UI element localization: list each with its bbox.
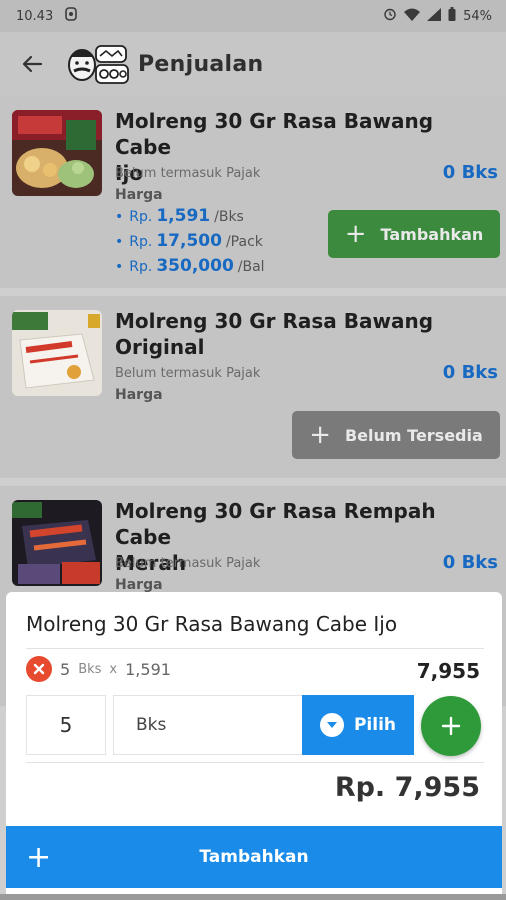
- price-label: Harga: [115, 387, 163, 403]
- calculation-row: 5 Bks x 1,591: [26, 656, 171, 682]
- back-button[interactable]: [0, 32, 64, 96]
- page-title: Penjualan: [138, 51, 264, 77]
- unit-field[interactable]: Bks: [113, 695, 303, 755]
- stock-count: 0 Bks: [442, 162, 498, 183]
- battery-percent: 54%: [463, 8, 492, 24]
- line-total: 7,955: [416, 659, 480, 683]
- chevron-down-icon: [319, 713, 344, 737]
- add-quantity-button[interactable]: [421, 696, 481, 756]
- price-label: Harga: [115, 187, 163, 203]
- calc-multiply: x: [109, 661, 118, 677]
- nav-bar-edge: [0, 894, 506, 900]
- alarm-icon: [383, 7, 397, 25]
- select-unit-button[interactable]: Pilih: [302, 695, 414, 755]
- stock-count: 0 Bks: [442, 362, 498, 383]
- tax-note: Belum termasuk Pajak: [115, 366, 261, 381]
- divider: [26, 762, 484, 763]
- divider: [26, 648, 484, 649]
- quantity-input[interactable]: 5: [26, 695, 106, 755]
- product-image: [12, 500, 102, 586]
- unavailable-button[interactable]: + Belum Tersedia: [292, 411, 500, 459]
- submit-add-button[interactable]: + Tambahkan: [6, 826, 502, 888]
- status-bar: 10.43 54%: [0, 0, 506, 32]
- product-name: Molreng 30 Gr Rasa Bawang Original: [115, 309, 434, 359]
- plus-icon: +: [309, 420, 331, 450]
- product-card: Molreng 30 Gr Rasa Bawang Cabe Ijo Belum…: [0, 96, 506, 288]
- brand-logo: [64, 39, 130, 89]
- price-item: • Rp. 1,591 /Bks: [115, 206, 244, 226]
- price-item: • Rp. 350,000 /Bal: [115, 256, 265, 276]
- tax-note: Belum termasuk Pajak: [115, 166, 261, 181]
- product-image: [12, 310, 102, 396]
- calc-unit: Bks: [78, 661, 102, 677]
- close-icon: [33, 663, 45, 675]
- calc-unit-price: 1,591: [125, 659, 171, 679]
- stock-count: 0 Bks: [442, 552, 498, 573]
- price-label: Harga: [115, 577, 163, 593]
- wifi-icon: [404, 8, 421, 25]
- add-product-button[interactable]: + Tambahkan: [328, 210, 500, 258]
- product-image: [12, 110, 102, 196]
- add-item-sheet: Molreng 30 Gr Rasa Bawang Cabe Ijo 5 Bks…: [6, 592, 502, 894]
- remove-item-button[interactable]: [26, 656, 52, 682]
- product-card: Molreng 30 Gr Rasa Bawang Original Belum…: [0, 296, 506, 478]
- plus-icon: +: [26, 839, 52, 875]
- price-item: • Rp. 17,500 /Pack: [115, 231, 263, 251]
- calc-quantity: 5: [60, 659, 71, 679]
- signal-icon: [427, 7, 442, 25]
- plus-icon: [441, 716, 461, 736]
- plus-icon: +: [344, 219, 367, 249]
- arrow-left-icon: [22, 55, 43, 73]
- battery-icon: [448, 7, 456, 25]
- grand-total: Rp. 7,955: [334, 772, 480, 803]
- tax-note: Belum termasuk Pajak: [115, 556, 261, 571]
- status-time: 10.43: [16, 8, 54, 24]
- notification-icon: [65, 7, 78, 25]
- sheet-title: Molreng 30 Gr Rasa Bawang Cabe Ijo: [26, 612, 398, 636]
- app-bar: Penjualan: [0, 32, 506, 96]
